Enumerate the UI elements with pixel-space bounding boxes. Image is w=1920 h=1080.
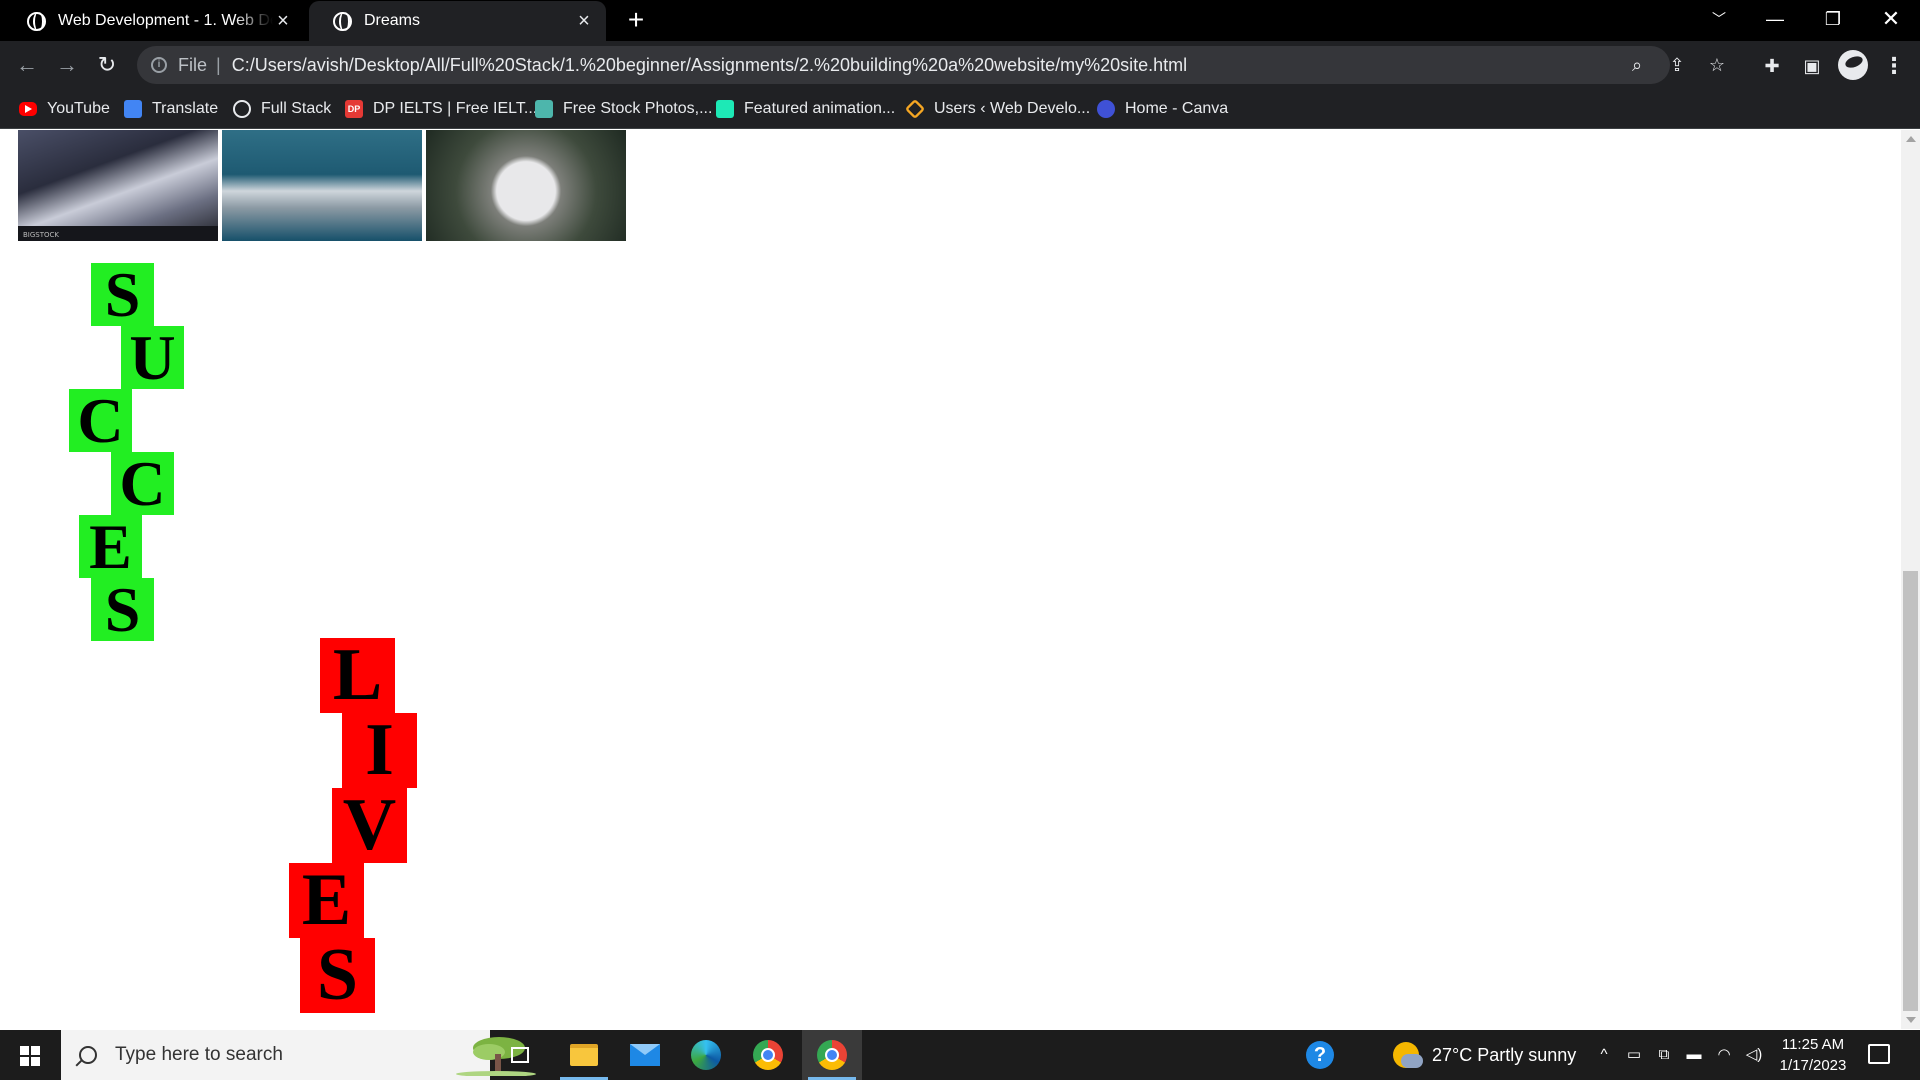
photo-champagne-image <box>426 130 626 241</box>
url-separator: | <box>216 54 221 75</box>
close-tab-icon[interactable]: × <box>273 11 293 31</box>
browser-window: Web Development - 1. Web Design × Dreams… <box>0 0 1920 1080</box>
bookmark-label: Free Stock Photos,... <box>563 100 713 117</box>
tab-dreams[interactable]: Dreams × <box>309 1 606 41</box>
scroll-down-arrow-icon[interactable] <box>1906 1017 1916 1023</box>
side-panel-icon[interactable]: ▣ <box>1800 54 1824 78</box>
bookmarks-bar: YouTube Translate Full Stack DP DP IELTS… <box>0 89 1920 129</box>
profile-avatar[interactable] <box>1838 50 1868 80</box>
url-scheme: File <box>178 54 208 75</box>
windows-taskbar: Type here to search ? 27°C Partly sunny … <box>0 1030 1920 1080</box>
wifi-icon[interactable]: ◠ <box>1714 1045 1734 1065</box>
chrome-icon[interactable] <box>738 1030 798 1080</box>
tab-web-development[interactable]: Web Development - 1. Web Design × <box>3 1 305 41</box>
bookmark-free-stock-photos[interactable]: Free Stock Photos,... <box>535 95 712 123</box>
bookmark-star-icon[interactable]: ☆ <box>1707 55 1727 75</box>
tab-title: Web Development - 1. Web Design <box>58 12 273 29</box>
bookmark-users-web-develo[interactable]: Users ‹ Web Develo... <box>904 95 1091 123</box>
wordpress-icon <box>904 98 926 120</box>
search-icon <box>79 1046 97 1064</box>
tab-strip: Web Development - 1. Web Design × Dreams… <box>0 0 1920 41</box>
globe-icon <box>233 100 251 118</box>
battery-icon[interactable]: ▬ <box>1684 1045 1704 1065</box>
clock-date: 1/17/2023 <box>1779 1057 1847 1074</box>
browser-toolbar: ← → ↻ i File | C:/Users/avish/Desktop/Al… <box>0 41 1920 89</box>
meet-now-icon[interactable]: ▭ <box>1624 1045 1644 1065</box>
more-menu-icon[interactable]: ⋮ <box>1882 54 1906 78</box>
clock-time: 11:25 AM <box>1781 1036 1845 1053</box>
success-letter: C <box>111 448 174 519</box>
page-content: BIGSTOCK S U C C E S L I V E S <box>0 130 1901 1029</box>
bookmark-full-stack[interactable]: Full Stack <box>233 95 331 123</box>
bookmark-label: Full Stack <box>261 100 332 117</box>
help-icon[interactable]: ? <box>1306 1041 1334 1069</box>
notifications-icon[interactable] <box>1868 1044 1890 1064</box>
photo-yacht-image <box>222 130 422 241</box>
canva-icon <box>1097 100 1115 118</box>
file-explorer-icon[interactable] <box>554 1030 614 1080</box>
address-bar[interactable]: i File | C:/Users/avish/Desktop/All/Full… <box>137 46 1725 84</box>
share-icon[interactable]: ⇪ <box>1667 55 1687 75</box>
scroll-up-arrow-icon[interactable] <box>1906 136 1916 142</box>
bookmark-label: Users ‹ Web Develo... <box>934 100 1091 117</box>
dp-ielts-icon: DP <box>345 100 363 118</box>
tab-search-chevron-icon[interactable]: ﹀ <box>1696 0 1742 40</box>
mail-icon[interactable] <box>615 1030 675 1080</box>
lives-letter: V <box>332 784 407 866</box>
bookmark-featured-animation[interactable]: Featured animation... <box>716 95 895 123</box>
task-view-icon[interactable] <box>490 1030 550 1080</box>
windows-start-icon[interactable] <box>0 1030 60 1080</box>
bookmark-canva[interactable]: Home - Canva <box>1097 95 1228 123</box>
stock-photos-icon <box>535 100 553 118</box>
bookmark-label: Featured animation... <box>744 100 896 117</box>
weather-text[interactable]: 27°C Partly sunny <box>1432 1030 1576 1080</box>
show-hidden-icons-chevron-icon[interactable]: ^ <box>1594 1045 1614 1065</box>
success-letter: S <box>91 259 154 330</box>
photo-party-image: BIGSTOCK <box>18 130 218 241</box>
lives-letter: L <box>320 634 395 716</box>
bookmark-label: Translate <box>152 100 219 117</box>
close-window-icon[interactable]: ✕ <box>1868 0 1914 40</box>
success-letter: E <box>79 511 142 582</box>
success-letter: S <box>91 574 154 645</box>
lives-letter: I <box>342 709 417 791</box>
edge-browser-icon[interactable] <box>676 1030 736 1080</box>
new-tab-button[interactable]: + <box>622 6 650 34</box>
success-letter: U <box>121 322 184 393</box>
partly-sunny-weather-icon[interactable] <box>1393 1042 1423 1068</box>
bookmark-dp-ielts[interactable]: DP DP IELTS | Free IELT... <box>345 95 537 123</box>
url-text[interactable]: C:/Users/avish/Desktop/All/Full%20Stack/… <box>232 55 1187 76</box>
chrome-profile-icon[interactable] <box>802 1030 862 1080</box>
scroll-thumb[interactable] <box>1903 571 1918 1011</box>
google-translate-icon <box>124 100 142 118</box>
zoom-icon[interactable]: ⌕ <box>1627 55 1647 75</box>
back-arrow-icon[interactable]: ← <box>11 49 43 81</box>
lives-letter: E <box>289 859 364 941</box>
display-icon[interactable]: ⧉ <box>1654 1045 1674 1065</box>
search-placeholder: Type here to search <box>115 1044 283 1065</box>
lives-letter: S <box>300 934 375 1016</box>
tab-title: Dreams <box>364 12 421 29</box>
bookmark-label: Home - Canva <box>1125 100 1229 117</box>
taskbar-search-box[interactable]: Type here to search <box>61 1030 536 1080</box>
restore-icon[interactable]: ❐ <box>1810 0 1856 40</box>
clock[interactable]: 11:25 AM 1/17/2023 <box>1760 1034 1866 1076</box>
youtube-icon <box>19 102 37 116</box>
globe-icon <box>27 11 46 31</box>
animation-icon <box>716 100 734 118</box>
bookmark-youtube[interactable]: YouTube <box>19 95 110 123</box>
success-letter: C <box>69 385 132 456</box>
bookmark-translate[interactable]: Translate <box>124 95 218 123</box>
bookmark-label: YouTube <box>47 100 110 117</box>
info-icon[interactable]: i <box>151 57 167 73</box>
vertical-scrollbar[interactable] <box>1901 130 1920 1029</box>
photo-watermark: BIGSTOCK <box>23 231 59 239</box>
close-tab-icon[interactable]: × <box>574 11 594 31</box>
reload-icon[interactable]: ↻ <box>91 49 123 81</box>
bookmark-label: DP IELTS | Free IELT... <box>373 100 538 117</box>
globe-icon <box>333 11 352 31</box>
minimize-icon[interactable]: — <box>1752 0 1798 40</box>
extensions-puzzle-icon[interactable]: ✚ <box>1760 54 1784 78</box>
forward-arrow-icon[interactable]: → <box>51 49 83 81</box>
